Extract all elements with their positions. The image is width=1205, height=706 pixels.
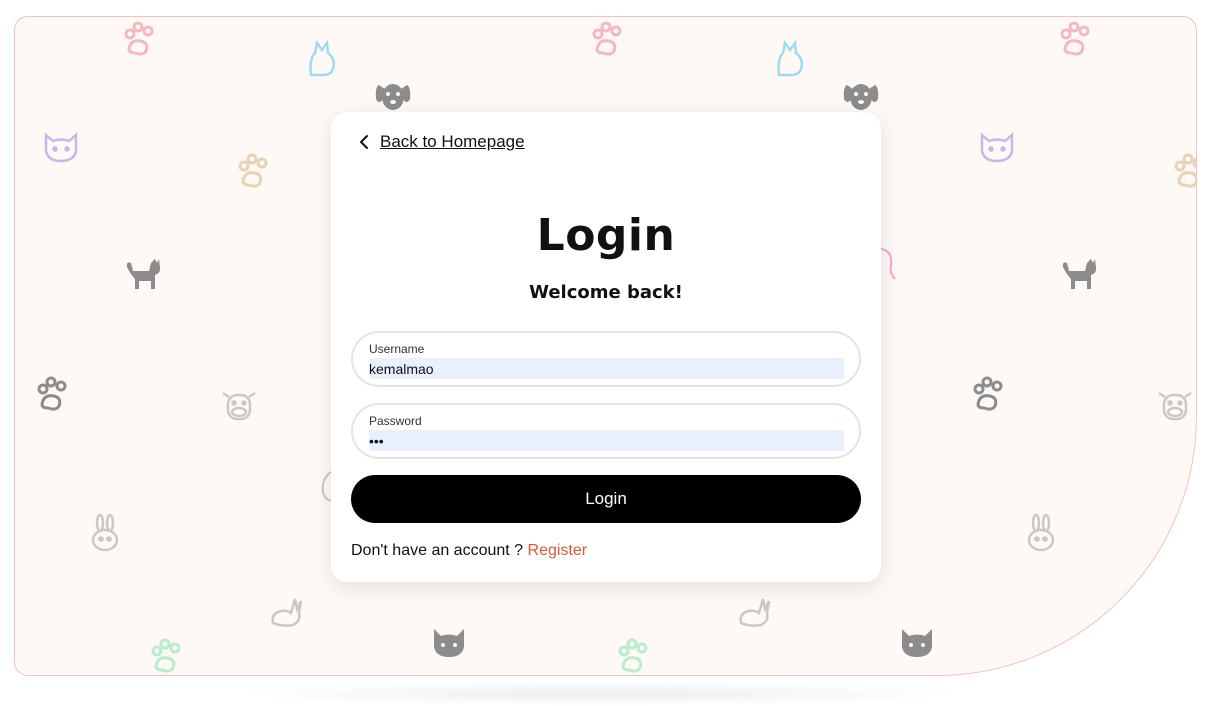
back-link-label: Back to Homepage <box>380 132 525 151</box>
register-row: Don't have an account ? Register <box>351 542 587 560</box>
rabbit-icon <box>265 591 305 631</box>
dog-head-icon <box>841 77 881 117</box>
username-field[interactable]: Username <box>351 331 861 387</box>
page-title: Login <box>536 210 676 261</box>
cat-standing-icon <box>1059 253 1099 293</box>
paw-icon <box>613 636 653 675</box>
cow-head-icon <box>219 383 259 423</box>
page-shadow <box>230 682 970 706</box>
paw-icon <box>587 19 627 59</box>
password-label: Password <box>369 414 422 428</box>
chevron-left-icon <box>356 133 374 151</box>
login-card: Back to Homepage Login Welcome back! Use… <box>331 112 881 582</box>
dog-head-icon <box>373 77 413 117</box>
username-label: Username <box>369 342 425 356</box>
cat-sitting-icon <box>771 39 811 79</box>
cow-head-icon <box>1155 383 1195 423</box>
password-input[interactable] <box>369 430 844 451</box>
rabbit-icon <box>733 591 773 631</box>
paw-icon <box>146 636 186 675</box>
cat-head-icon <box>41 127 81 167</box>
register-link[interactable]: Register <box>528 542 588 559</box>
paw-icon <box>1169 151 1196 191</box>
back-to-homepage-link[interactable]: Back to Homepage <box>356 132 525 152</box>
username-input[interactable] <box>369 358 844 379</box>
paw-icon <box>119 19 159 59</box>
bunny-icon <box>1021 513 1061 553</box>
password-field[interactable]: Password <box>351 403 861 459</box>
cat-standing-icon <box>123 253 163 293</box>
paw-icon <box>32 374 72 414</box>
cat-sitting-icon <box>303 39 343 79</box>
page-subtitle: Welcome back! <box>529 282 683 303</box>
register-prompt: Don't have an account ? <box>351 542 524 559</box>
cat-head-icon <box>897 623 937 663</box>
paw-icon <box>968 374 1008 414</box>
cat-head-icon <box>977 127 1017 167</box>
login-button[interactable]: Login <box>351 475 861 523</box>
bunny-icon <box>85 513 125 553</box>
paw-icon <box>1055 19 1095 59</box>
paw-icon <box>233 151 273 191</box>
cat-head-icon <box>429 623 469 663</box>
paw-icon <box>1083 629 1123 669</box>
